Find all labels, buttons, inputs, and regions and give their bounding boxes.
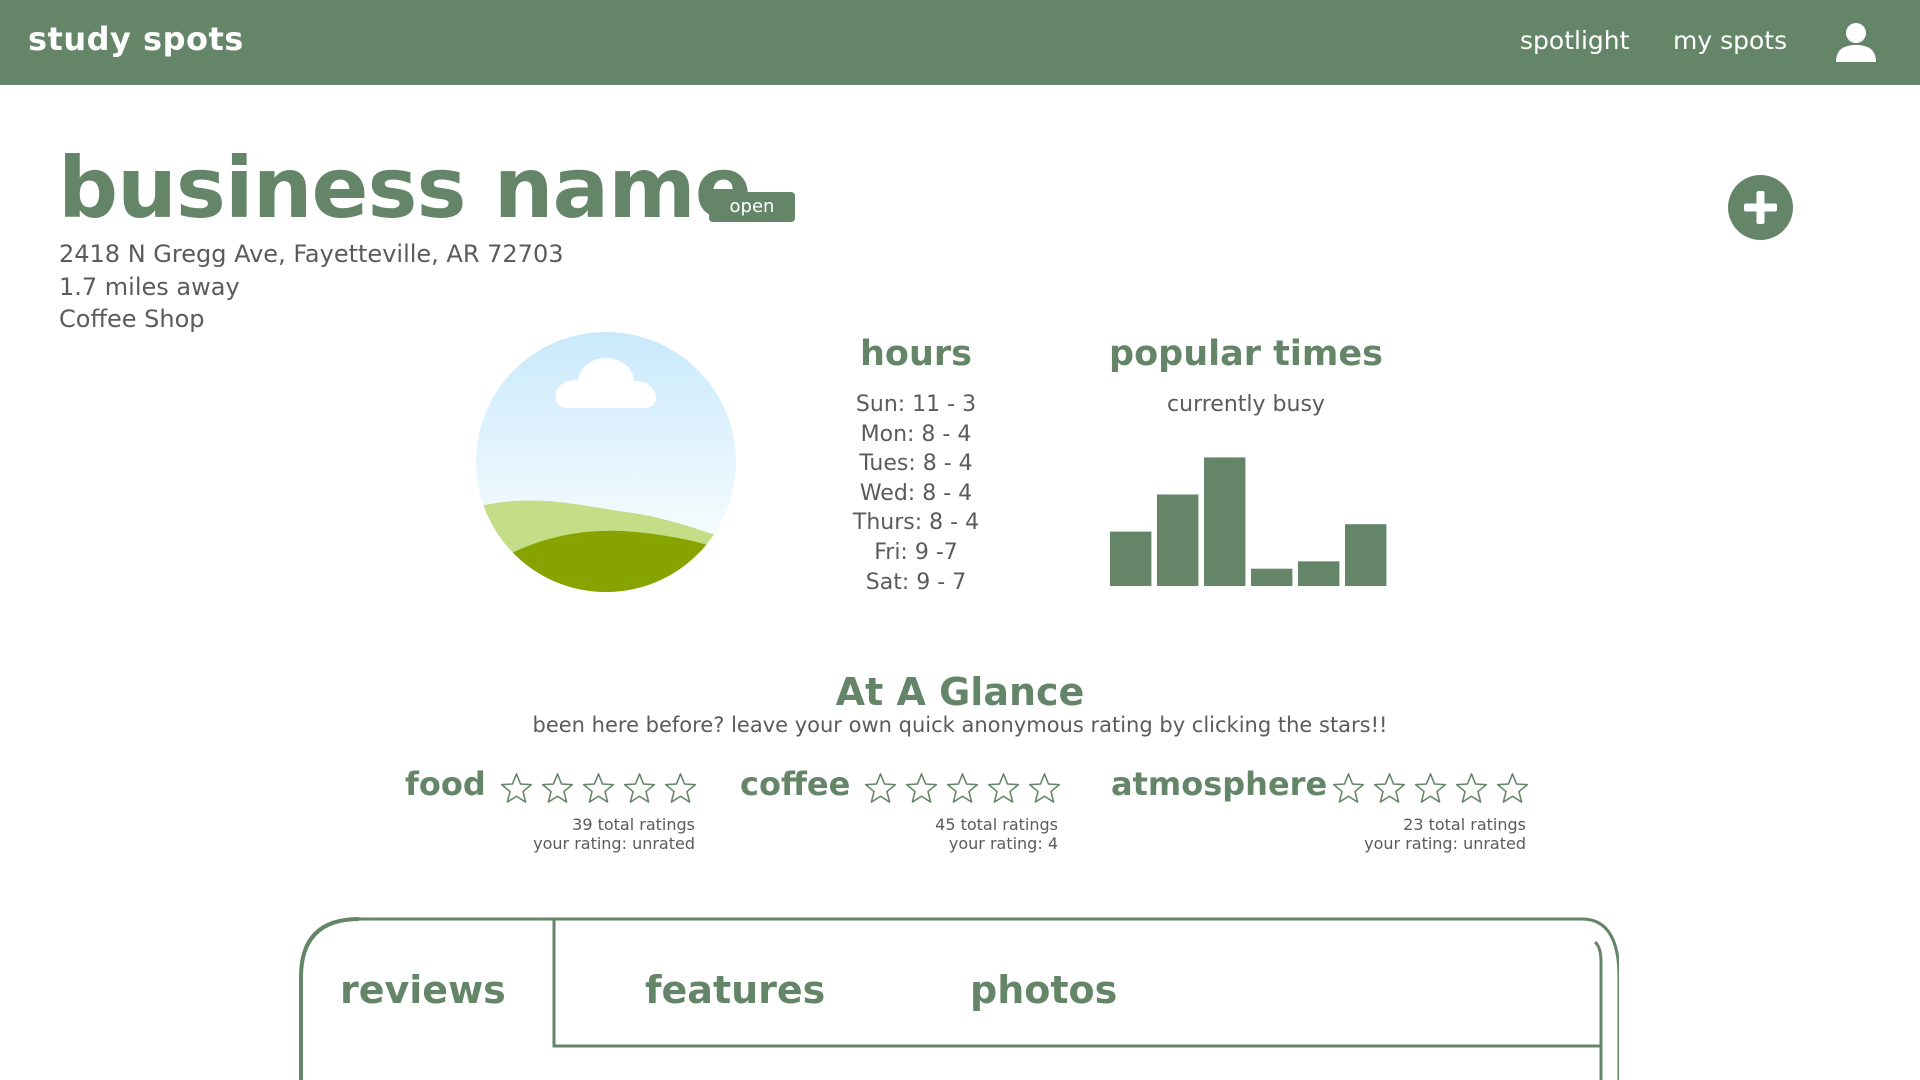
star-icon[interactable]: [540, 771, 575, 806]
tab-reviews[interactable]: reviews: [340, 968, 506, 1012]
star-row[interactable]: [1331, 771, 1530, 806]
rating-label: atmosphere: [1111, 765, 1328, 803]
star-icon[interactable]: [1454, 771, 1489, 806]
status-badge: open: [709, 192, 795, 222]
rating-label: food: [405, 765, 486, 803]
star-icon[interactable]: [986, 771, 1021, 806]
star-icon[interactable]: [581, 771, 616, 806]
user-icon[interactable]: [1834, 20, 1878, 64]
popular-times-bar-5: [1298, 561, 1340, 586]
tab-features[interactable]: features: [645, 968, 825, 1012]
business-photo: [476, 332, 736, 592]
rating-total: 23 total ratings: [1403, 815, 1526, 834]
rating-yours: your rating: unrated: [1364, 834, 1526, 853]
hours-tues: Tues: 8 - 4: [859, 451, 973, 477]
hours-fri: Fri: 9 -7: [874, 539, 958, 565]
rating-meta: 23 total ratings your rating: unrated: [1364, 815, 1526, 853]
hours-wed: Wed: 8 - 4: [859, 480, 973, 506]
hours-list: Sun: 11 - 3 Mon: 8 - 4 Tues: 8 - 4 Wed: …: [816, 390, 1016, 597]
business-distance: 1.7 miles away: [59, 273, 240, 301]
popular-times-bar-1: [1110, 531, 1152, 586]
star-icon[interactable]: [1495, 771, 1530, 806]
rating-total: 45 total ratings: [935, 815, 1058, 834]
at-a-glance-subtitle: been here before? leave your own quick a…: [532, 713, 1388, 737]
popular-times-bar-6: [1345, 524, 1387, 586]
business-category: Coffee Shop: [59, 305, 205, 333]
star-icon[interactable]: [622, 771, 657, 806]
star-icon[interactable]: [499, 771, 534, 806]
tab-photos[interactable]: photos: [970, 968, 1117, 1012]
rating-food: food 39 total ratings your rating: unrat…: [405, 765, 698, 865]
star-icon[interactable]: [1413, 771, 1448, 806]
star-row[interactable]: [863, 771, 1062, 806]
star-icon[interactable]: [904, 771, 939, 806]
star-icon[interactable]: [1331, 771, 1366, 806]
nav-my-spots-link[interactable]: my spots: [1673, 26, 1787, 55]
popular-times-bar-3: [1204, 457, 1246, 586]
rating-meta: 39 total ratings your rating: unrated: [533, 815, 695, 853]
star-row[interactable]: [499, 771, 698, 806]
rating-yours: your rating: 4: [948, 834, 1058, 853]
star-icon[interactable]: [1372, 771, 1407, 806]
hours-sat: Sat: 9 - 7: [865, 569, 967, 595]
star-icon[interactable]: [1027, 771, 1062, 806]
rating-atmosphere: atmosphere 23 total ratings your rating:…: [1111, 765, 1529, 865]
at-a-glance-heading: At A Glance: [835, 670, 1085, 714]
busy-status: currently busy: [1167, 392, 1325, 417]
popular-times-bar-2: [1157, 494, 1199, 586]
app-logo[interactable]: study spots: [28, 20, 244, 58]
popular-times-bar-4: [1251, 568, 1293, 586]
hours-sun: Sun: 11 - 3: [855, 392, 977, 417]
add-to-my-spots-button[interactable]: [1728, 175, 1793, 240]
hours-thurs: Thurs: 8 - 4: [852, 510, 980, 536]
rating-yours: your rating: unrated: [533, 834, 695, 853]
star-icon[interactable]: [945, 771, 980, 806]
top-nav-bar: study spots spotlight my spots: [0, 0, 1920, 85]
rating-meta: 45 total ratings your rating: 4: [935, 815, 1058, 853]
popular-times-chart: [1110, 457, 1387, 586]
rating-label: coffee: [740, 765, 851, 803]
hours-heading: hours: [860, 334, 972, 374]
rating-total: 39 total ratings: [572, 815, 695, 834]
star-icon[interactable]: [863, 771, 898, 806]
hours-mon: Mon: 8 - 4: [860, 421, 972, 447]
rating-coffee: coffee 45 total ratings your rating: 4: [740, 765, 1061, 865]
star-icon[interactable]: [663, 771, 698, 806]
business-name: business name: [58, 139, 752, 237]
popular-times-heading: popular times: [1109, 334, 1383, 374]
business-address: 2418 N Gregg Ave, Fayetteville, AR 72703: [59, 240, 564, 268]
plus-circle-icon: [1744, 191, 1777, 224]
nav-spotlight-link[interactable]: spotlight: [1520, 26, 1629, 55]
